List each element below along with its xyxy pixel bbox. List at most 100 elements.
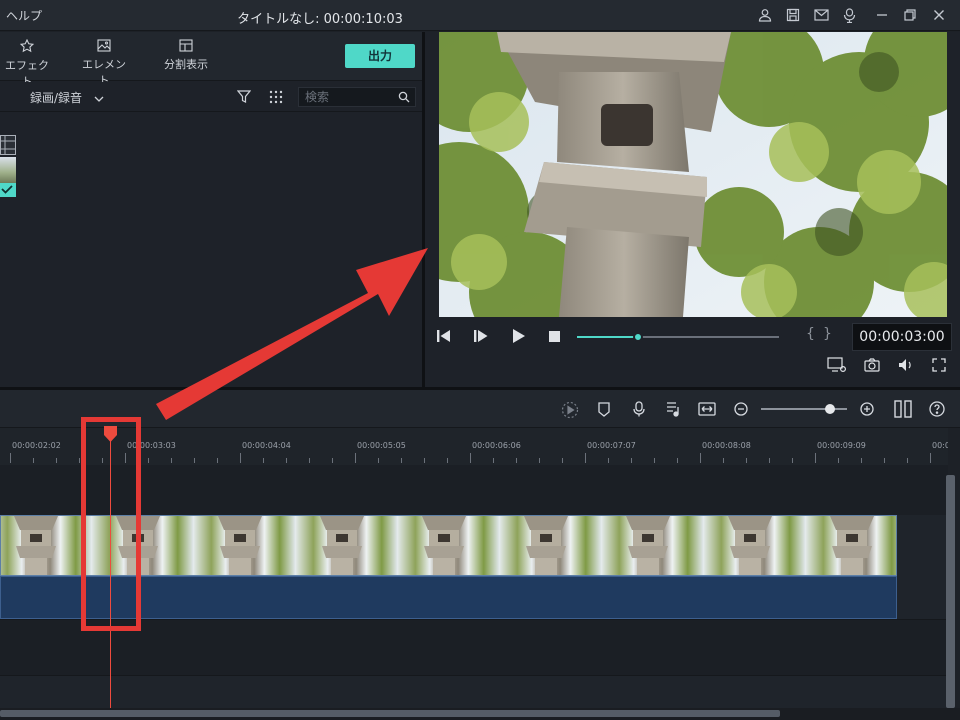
ruler-tick bbox=[516, 458, 517, 463]
ruler-label: 00:00:02:02 bbox=[12, 441, 61, 450]
timeline-layout-icon[interactable] bbox=[893, 400, 913, 421]
title-bar: ヘルプ タイトルなし: 00:00:10:03 bbox=[0, 0, 960, 31]
ruler-tick bbox=[723, 458, 724, 463]
ruler-tick bbox=[355, 453, 356, 463]
elements-icon bbox=[97, 39, 111, 52]
close-icon[interactable] bbox=[930, 6, 948, 24]
ruler-tick bbox=[631, 458, 632, 463]
ruler-label: 00:00:07:07 bbox=[587, 441, 636, 450]
ruler-tick bbox=[148, 458, 149, 463]
zoom-slider[interactable] bbox=[761, 404, 847, 414]
track-empty-audio bbox=[0, 675, 948, 708]
stop-icon[interactable] bbox=[549, 331, 560, 345]
display-settings-icon[interactable] bbox=[827, 357, 847, 376]
voiceover-icon[interactable] bbox=[633, 401, 645, 420]
ruler-tick bbox=[378, 458, 379, 463]
ruler-tick bbox=[424, 458, 425, 463]
split-screen-icon bbox=[179, 39, 193, 52]
grid-view-icon[interactable] bbox=[269, 90, 283, 107]
ruler-label: 00:00:06:06 bbox=[472, 441, 521, 450]
effects-icon bbox=[20, 39, 34, 53]
filter-icon[interactable] bbox=[236, 90, 252, 106]
timeline-vertical-scrollbar[interactable] bbox=[946, 475, 955, 708]
ruler-tick bbox=[884, 458, 885, 463]
ruler-tick bbox=[240, 453, 241, 463]
ruler-tick bbox=[309, 458, 310, 463]
ruler-tick bbox=[562, 458, 563, 463]
tab-split-screen[interactable]: 分割表示 bbox=[158, 39, 214, 72]
fit-timeline-icon[interactable] bbox=[698, 402, 716, 419]
clip-frame bbox=[499, 516, 601, 575]
ruler-tick bbox=[447, 458, 448, 463]
ruler-tick bbox=[930, 453, 931, 463]
restore-icon[interactable] bbox=[901, 6, 919, 24]
ruler-tick bbox=[56, 458, 57, 463]
export-button[interactable]: 出力 bbox=[345, 44, 415, 68]
ruler-tick bbox=[838, 458, 839, 463]
ruler-tick bbox=[769, 458, 770, 463]
timeline-horizontal-scrollbar[interactable] bbox=[0, 708, 960, 720]
clip-frame bbox=[295, 516, 397, 575]
ruler-tick bbox=[10, 453, 11, 463]
media-source-dropdown[interactable]: 録画/録音 bbox=[30, 89, 104, 106]
fullscreen-icon[interactable] bbox=[932, 358, 946, 375]
ruler-label: 00:00:08:08 bbox=[702, 441, 751, 450]
ruler-tick bbox=[815, 453, 816, 463]
search-box[interactable] bbox=[298, 87, 416, 107]
media-tabs: エフェクト エレメント 分割表示 出力 bbox=[0, 32, 422, 88]
download-icon[interactable] bbox=[840, 6, 858, 24]
ruler-tick bbox=[493, 458, 494, 463]
previous-frame-icon[interactable] bbox=[437, 330, 451, 345]
playback-progress-fill bbox=[577, 336, 638, 338]
preview-panel: { } 00:00:03:00 bbox=[425, 32, 960, 387]
track-empty-top bbox=[0, 465, 948, 515]
playback-progress-bar[interactable] bbox=[577, 332, 779, 342]
ruler-tick bbox=[79, 458, 80, 463]
audio-mixer-icon[interactable] bbox=[666, 401, 680, 420]
ruler-label: 00:00:05:05 bbox=[357, 441, 406, 450]
tab-elements[interactable]: エレメント bbox=[78, 39, 130, 88]
mail-icon[interactable] bbox=[812, 6, 830, 24]
volume-icon[interactable] bbox=[898, 358, 914, 375]
render-preview-icon[interactable] bbox=[561, 401, 579, 422]
ruler-tick bbox=[654, 458, 655, 463]
clip-type-icon bbox=[0, 135, 16, 155]
media-thumbnail[interactable] bbox=[0, 135, 16, 199]
tab-split-screen-label: 分割表示 bbox=[164, 58, 208, 71]
next-frame-icon[interactable] bbox=[474, 330, 488, 345]
marker-icon[interactable] bbox=[598, 402, 610, 420]
clip-frame bbox=[1, 516, 91, 575]
timeline-toolbar bbox=[0, 390, 960, 428]
minimize-icon[interactable] bbox=[873, 6, 891, 24]
ruler-tick bbox=[332, 458, 333, 463]
ruler-tick bbox=[194, 458, 195, 463]
play-icon[interactable] bbox=[513, 329, 525, 346]
ruler-tick bbox=[286, 458, 287, 463]
checkmark-icon bbox=[0, 183, 16, 197]
mark-in-button[interactable]: { bbox=[806, 326, 815, 342]
ruler-tick bbox=[700, 453, 701, 463]
mark-out-button[interactable]: } bbox=[823, 326, 832, 342]
ruler-tick bbox=[263, 458, 264, 463]
ruler-tick bbox=[33, 458, 34, 463]
media-panel: エフェクト エレメント 分割表示 出力 録画/録音 bbox=[0, 32, 422, 387]
zoom-slider-knob[interactable] bbox=[824, 404, 835, 414]
help-icon[interactable] bbox=[929, 401, 945, 420]
preview-timecode: 00:00:03:00 bbox=[852, 323, 952, 351]
save-icon[interactable] bbox=[784, 6, 802, 24]
ruler-tick bbox=[470, 453, 471, 463]
snapshot-icon[interactable] bbox=[864, 358, 880, 375]
timeline-scroll-thumb[interactable] bbox=[0, 710, 780, 717]
timeline-ruler[interactable]: 00:00:02:02 00:00:03:03 00:00:04:04 00:00:0… bbox=[0, 428, 948, 465]
zoom-out-icon[interactable] bbox=[734, 402, 748, 419]
zoom-in-icon[interactable] bbox=[860, 402, 874, 419]
clip-frame bbox=[805, 516, 896, 575]
thumbnail-image bbox=[0, 157, 16, 183]
ruler-label: 00:00:04:04 bbox=[242, 441, 291, 450]
ruler-label: 00:0 bbox=[932, 441, 948, 450]
playback-scrubber[interactable] bbox=[632, 332, 643, 342]
user-icon[interactable] bbox=[756, 6, 774, 24]
search-icon[interactable] bbox=[398, 91, 410, 103]
search-input[interactable] bbox=[305, 89, 395, 105]
media-filter-row: 録画/録音 bbox=[0, 82, 422, 112]
